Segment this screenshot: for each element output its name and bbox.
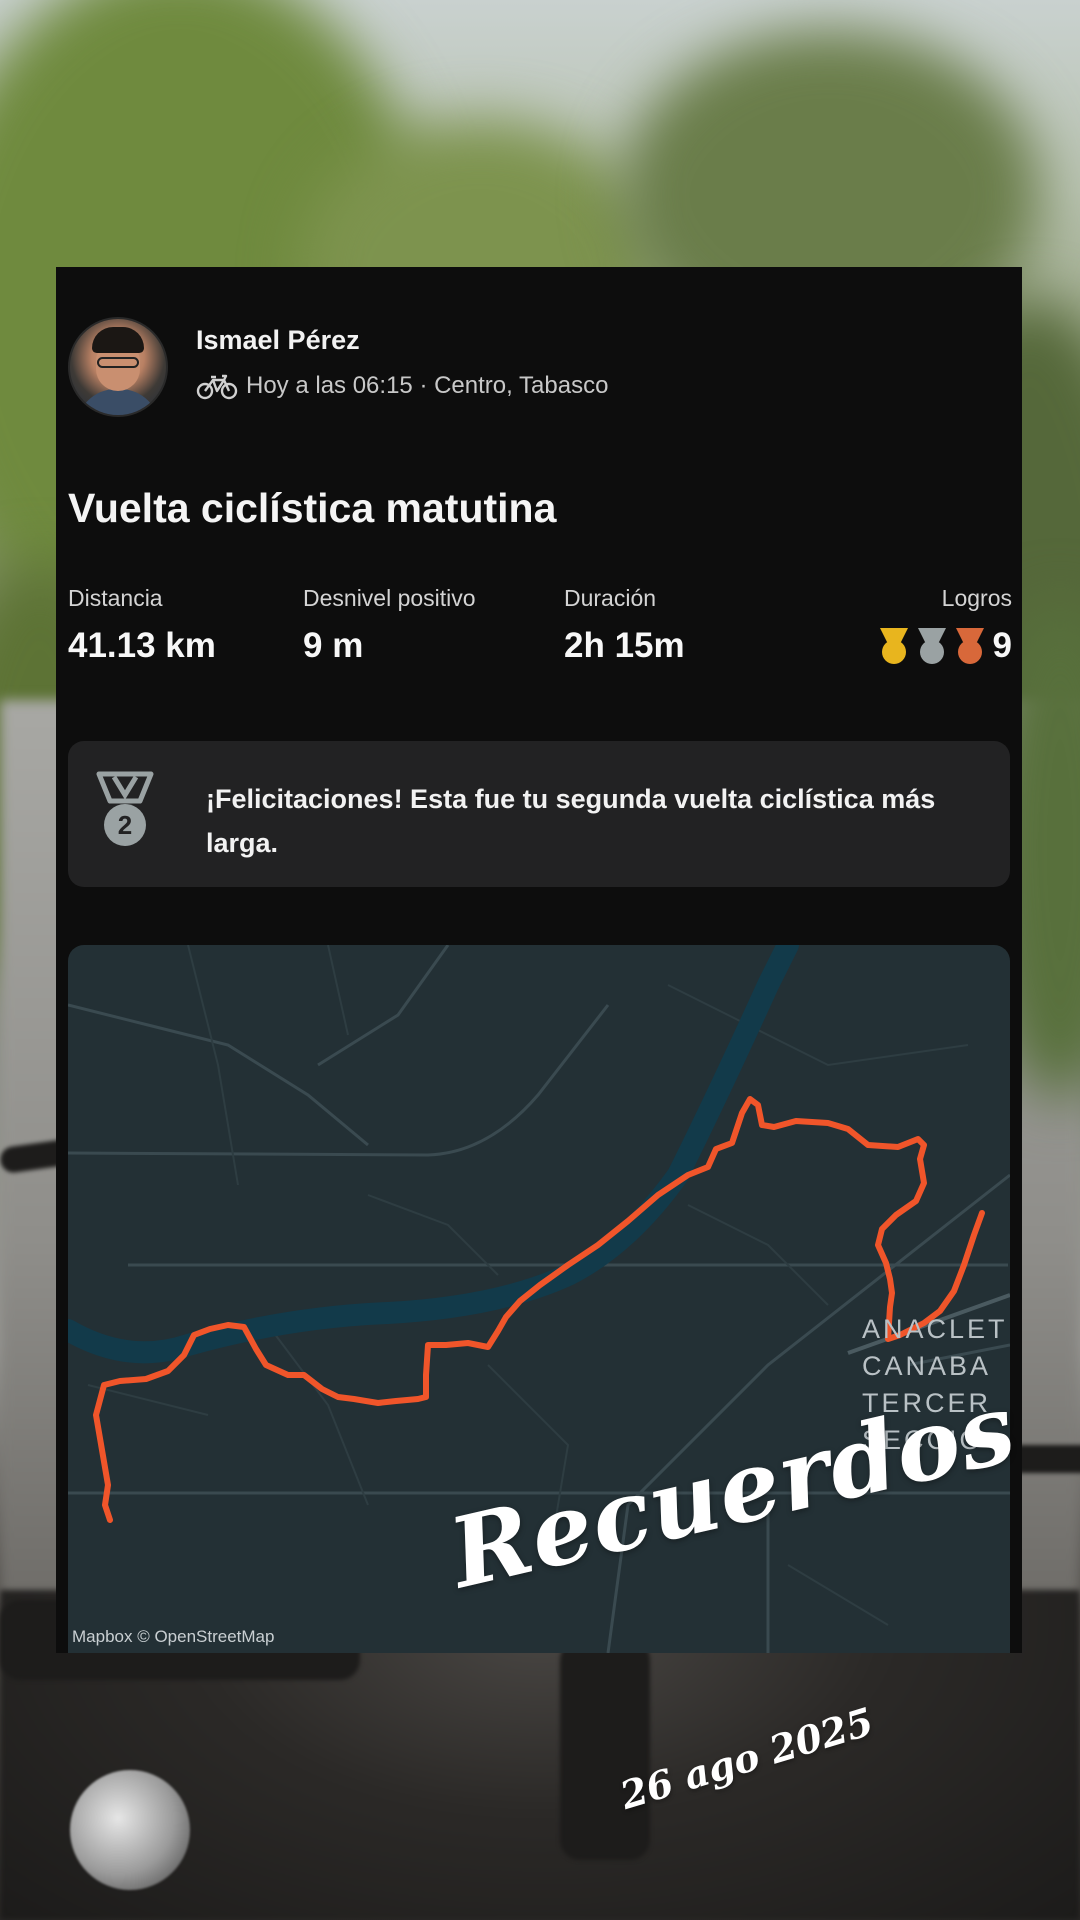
congrats-banner[interactable]: 2 ¡Felicitaciones! Esta fue tu segunda v… [68, 741, 1010, 887]
map-attribution[interactable]: Mapbox © OpenStreetMap [72, 1627, 274, 1647]
stat-achievements[interactable]: Logros 9 [877, 585, 1012, 666]
avatar[interactable] [68, 317, 168, 417]
bicycle-icon [196, 374, 238, 400]
second-place-medal-icon: 2 [96, 771, 154, 846]
gold-medal-icon [879, 628, 908, 664]
stat-distance: Distancia 41.13 km [68, 585, 216, 666]
bronze-medal-icon [955, 628, 984, 664]
stat-elevation: Desnivel positivo 9 m [303, 585, 476, 666]
stat-duration-value: 2h 15m [564, 626, 685, 665]
activity-header: Ismael Pérez Hoy a las 06:15 · Centro, T… [68, 317, 968, 417]
place-line-1: ANACLET [862, 1314, 1008, 1344]
congrats-message: ¡Felicitaciones! Esta fue tu segunda vue… [206, 784, 936, 858]
svg-text:2: 2 [118, 810, 132, 840]
stat-distance-value: 41.13 km [68, 626, 216, 665]
activity-meta-text: Hoy a las 06:15 · Centro, Tabasco [246, 372, 609, 399]
achievements-count: 9 [992, 626, 1012, 665]
stat-duration-label: Duración [564, 585, 657, 611]
stat-duration: Duración 2h 15m [564, 585, 685, 666]
user-name[interactable]: Ismael Pérez [196, 325, 360, 356]
activity-meta: Hoy a las 06:15 · Centro, Tabasco [196, 372, 608, 400]
stats-row: Distancia 41.13 km Desnivel positivo 9 m… [68, 585, 1012, 675]
silver-medal-icon [917, 628, 946, 664]
achievements-medals: 9 [877, 626, 1012, 666]
stat-distance-label: Distancia [68, 585, 163, 611]
stat-achievements-label: Logros [941, 585, 1012, 611]
activity-title[interactable]: Vuelta ciclística matutina [68, 485, 556, 532]
stat-elevation-value: 9 m [303, 626, 364, 665]
stat-elevation-label: Desnivel positivo [303, 585, 476, 611]
